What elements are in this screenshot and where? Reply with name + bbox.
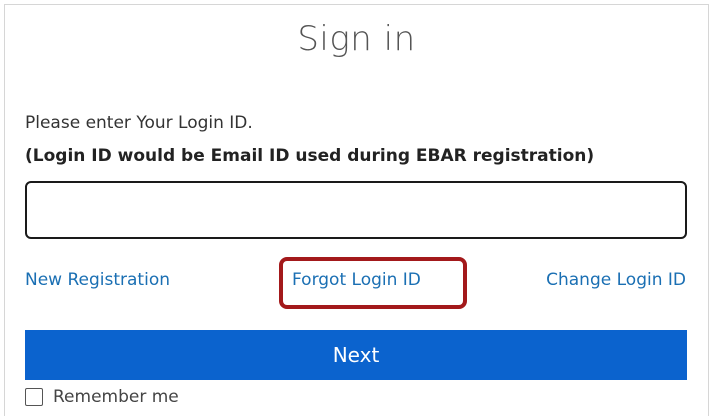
login-id-input[interactable] [25, 181, 687, 239]
forgot-login-id-highlight [279, 257, 467, 309]
login-id-instruction: Please enter Your Login ID. [25, 113, 253, 133]
remember-me-label: Remember me [53, 387, 179, 407]
next-button[interactable]: Next [25, 330, 687, 380]
page-title: Sign in [297, 19, 416, 59]
login-id-note: (Login ID would be Email ID used during … [25, 146, 595, 166]
remember-me-row[interactable]: Remember me [25, 387, 179, 407]
remember-me-checkbox[interactable] [25, 388, 43, 406]
new-registration-link[interactable]: New Registration [25, 270, 170, 290]
sign-in-card: Sign in Please enter Your Login ID. (Log… [4, 4, 709, 416]
change-login-id-link[interactable]: Change Login ID [546, 270, 686, 290]
